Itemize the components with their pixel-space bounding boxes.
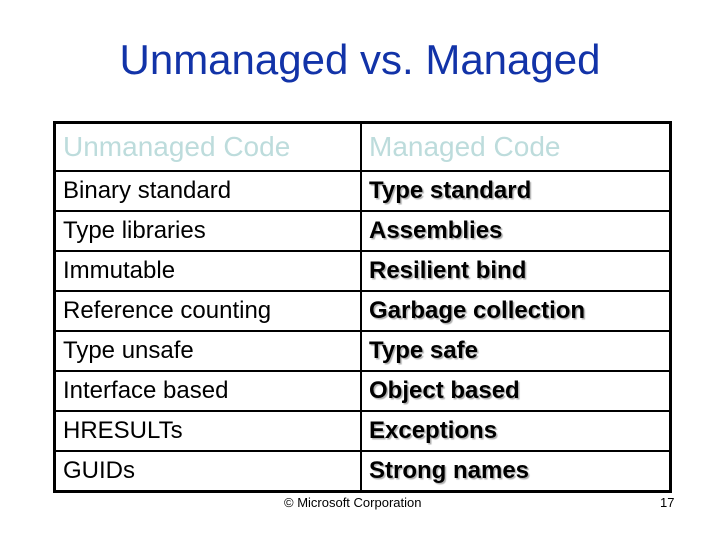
header-unmanaged-code: Unmanaged Code xyxy=(53,121,362,172)
unmanaged-cell: GUIDs xyxy=(53,450,362,493)
unmanaged-cell: Reference counting xyxy=(53,290,362,332)
managed-cell: Garbage collection xyxy=(360,290,672,332)
unmanaged-cell: Binary standard xyxy=(53,170,362,212)
managed-cell: Type safe xyxy=(360,330,672,372)
page-number: 17 xyxy=(660,495,675,510)
managed-cell: Exceptions xyxy=(360,410,672,452)
footer-copyright: © Microsoft Corporation xyxy=(284,495,422,510)
unmanaged-cell: Type libraries xyxy=(53,210,362,252)
unmanaged-cell: Immutable xyxy=(53,250,362,292)
comparison-table: Unmanaged Code Managed Code Binary stand… xyxy=(53,121,672,493)
table-row: GUIDs Strong names xyxy=(53,450,672,493)
header-managed-code: Managed Code xyxy=(360,121,672,172)
table-row: Type unsafe Type safe xyxy=(53,330,672,372)
managed-cell: Assemblies xyxy=(360,210,672,252)
unmanaged-cell: HRESULTs xyxy=(53,410,362,452)
managed-cell: Type standard xyxy=(360,170,672,212)
table-header-row: Unmanaged Code Managed Code xyxy=(53,121,672,172)
table-row: Reference counting Garbage collection xyxy=(53,290,672,332)
table-row: Immutable Resilient bind xyxy=(53,250,672,292)
table-row: Binary standard Type standard xyxy=(53,170,672,212)
table-row: HRESULTs Exceptions xyxy=(53,410,672,452)
unmanaged-cell: Type unsafe xyxy=(53,330,362,372)
slide-title: Unmanaged vs. Managed xyxy=(119,36,601,83)
table-row: Type libraries Assemblies xyxy=(53,210,672,252)
unmanaged-cell: Interface based xyxy=(53,370,362,412)
managed-cell: Strong names xyxy=(360,450,672,493)
table-row: Interface based Object based xyxy=(53,370,672,412)
managed-cell: Object based xyxy=(360,370,672,412)
managed-cell: Resilient bind xyxy=(360,250,672,292)
